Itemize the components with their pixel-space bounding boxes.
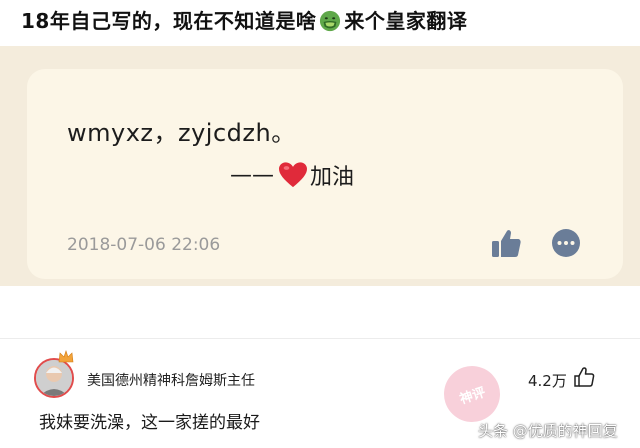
post-header: 18年自己写的，现在不知道是啥 来个皇家翻译 bbox=[0, 0, 640, 46]
more-options-icon[interactable] bbox=[549, 226, 583, 260]
note-card: wmyxz，zyjcdzh。 —— 加油 2018-07-06 22:06 bbox=[27, 69, 623, 279]
avatar[interactable] bbox=[34, 358, 74, 398]
post-title: 18年自己写的，现在不知道是啥 来个皇家翻译 bbox=[21, 5, 467, 34]
thumbs-up-icon[interactable] bbox=[489, 227, 523, 261]
note-text-line1: wmyxz，zyjcdzh。 bbox=[67, 119, 296, 147]
avatar-portrait-icon bbox=[36, 360, 72, 396]
heart-icon bbox=[279, 162, 307, 188]
comment-text: 我妹要洗澡，这一家搓的最好 bbox=[39, 413, 260, 433]
note-timestamp: 2018-07-06 22:06 bbox=[67, 235, 221, 255]
comment-thumbs-up-icon[interactable] bbox=[573, 366, 595, 388]
section-divider bbox=[0, 338, 640, 339]
note-text-line2: —— 加油 bbox=[230, 159, 354, 191]
post-title-part1: 18年自己写的，现在不知道是啥 bbox=[21, 9, 317, 33]
vomit-emoji-icon bbox=[320, 10, 341, 32]
comment-like-count: 4.2万 bbox=[528, 372, 567, 390]
watermark: 头条 @优质的神回复 bbox=[478, 422, 618, 440]
crown-icon bbox=[58, 350, 74, 363]
commenter-username[interactable]: 美国德州精神科詹姆斯主任 bbox=[87, 370, 255, 390]
note-cheer: 加油 bbox=[310, 165, 355, 190]
post-title-part2: 来个皇家翻译 bbox=[344, 9, 468, 33]
note-dash: —— bbox=[230, 162, 274, 188]
